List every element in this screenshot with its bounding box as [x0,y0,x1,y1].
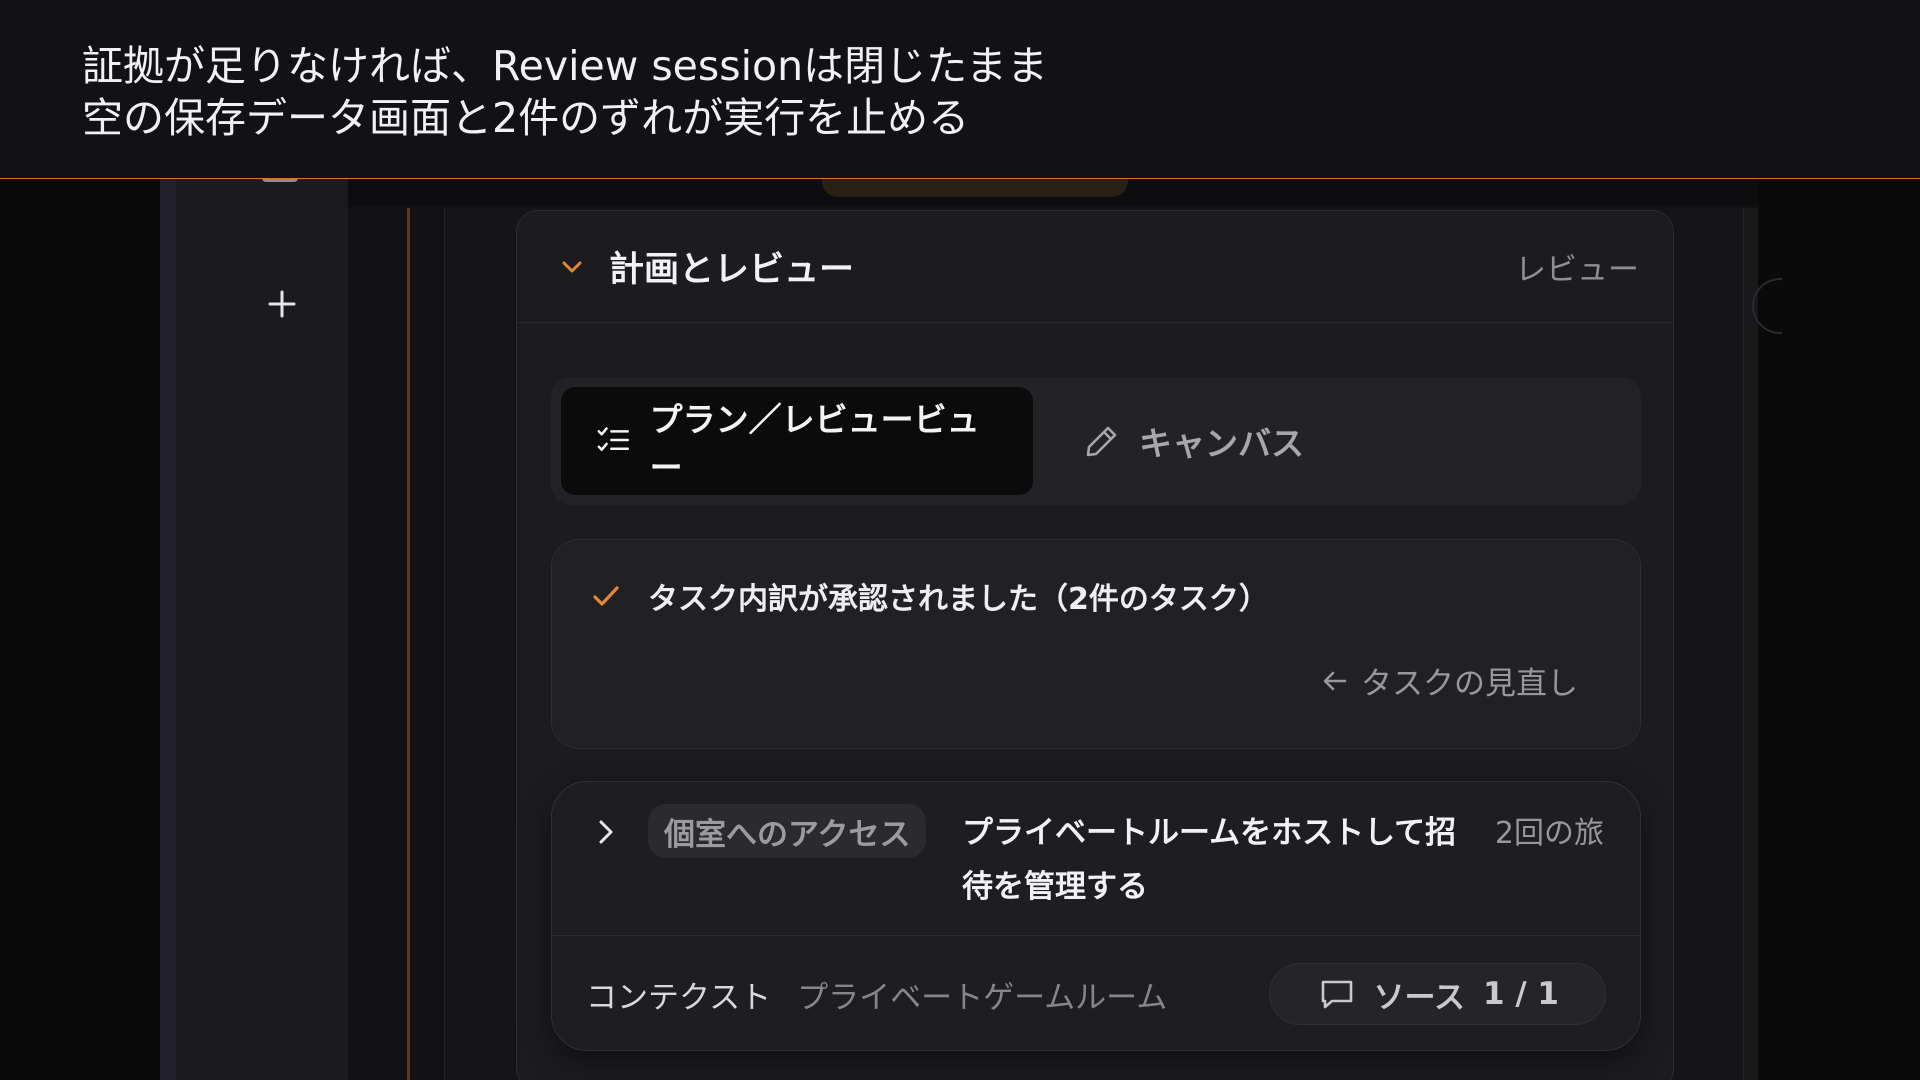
arrow-left-icon [1323,671,1347,690]
view-tabbar: プラン／レビュービュー キャンバス [551,377,1641,505]
add-button[interactable] [260,282,304,326]
panel-header[interactable]: 計画とレビュー レビュー [517,191,1673,323]
tab-plan-review[interactable]: プラン／レビュービュー [561,387,1033,495]
approval-card: タスク内訳が承認されました（2件のタスク） タスクの見直し [551,539,1641,749]
panel-title: 計画とレビュー [609,250,855,290]
accent-divider [407,208,410,1080]
source-button[interactable]: ソース 1 / 1 [1268,963,1606,1025]
plus-icon [268,290,296,318]
caption-banner: 証拠が足りなければ、Review sessionは閉じたまま 空の保存データ画面… [0,0,1920,179]
check-icon [593,586,619,606]
tab-canvas-label: キャンバス [1139,424,1304,463]
caption-line-2: 空の保存データ画面と2件のずれが実行を止める [82,94,970,142]
chevron-down-icon[interactable] [557,252,587,282]
context-value: プライベートゲームルーム [797,979,1168,1016]
chevron-right-icon[interactable] [588,814,624,850]
right-edge [1744,208,1758,1080]
task-category-badge: 個室へのアクセス [648,804,927,858]
review-tasks-link[interactable]: タスクの見直し [1321,658,1578,703]
task-card-header[interactable]: 個室へのアクセス プライベートルームをホストして招待を管理する 2回の旅 [552,782,1640,936]
task-card: 個室へのアクセス プライベートルームをホストして招待を管理する 2回の旅 コンテ… [551,781,1641,1051]
checklist-icon [597,427,629,451]
tab-plan-review-label: プラン／レビュービュー [649,400,980,487]
source-count: 1 / 1 [1482,976,1559,1012]
review-tasks-label: タスクの見直し [1361,666,1578,702]
plan-review-panel: 計画とレビュー レビュー プラン／レビュービュー キャンバス タスク内訳が承認さ… [516,210,1674,1080]
panel-status-tag: レビュー [1515,252,1639,288]
context-label: コンテクスト [586,979,772,1016]
pencil-icon [1086,426,1117,457]
approval-message: タスク内訳が承認されました（2件のタスク） [648,582,1269,617]
task-trip-count: 2回の旅 [1494,816,1604,851]
source-label: ソース [1373,979,1465,1016]
tab-canvas[interactable]: キャンバス [1073,387,1338,495]
comment-icon [1321,980,1352,1009]
caption-line-1: 証拠が足りなければ、Review sessionは閉じたまま [82,42,1048,90]
task-title: プライベートルームをホストして招待を管理する [962,815,1457,905]
task-card-footer: コンテクスト プライベートゲームルーム ソース 1 / 1 [552,936,1640,1050]
